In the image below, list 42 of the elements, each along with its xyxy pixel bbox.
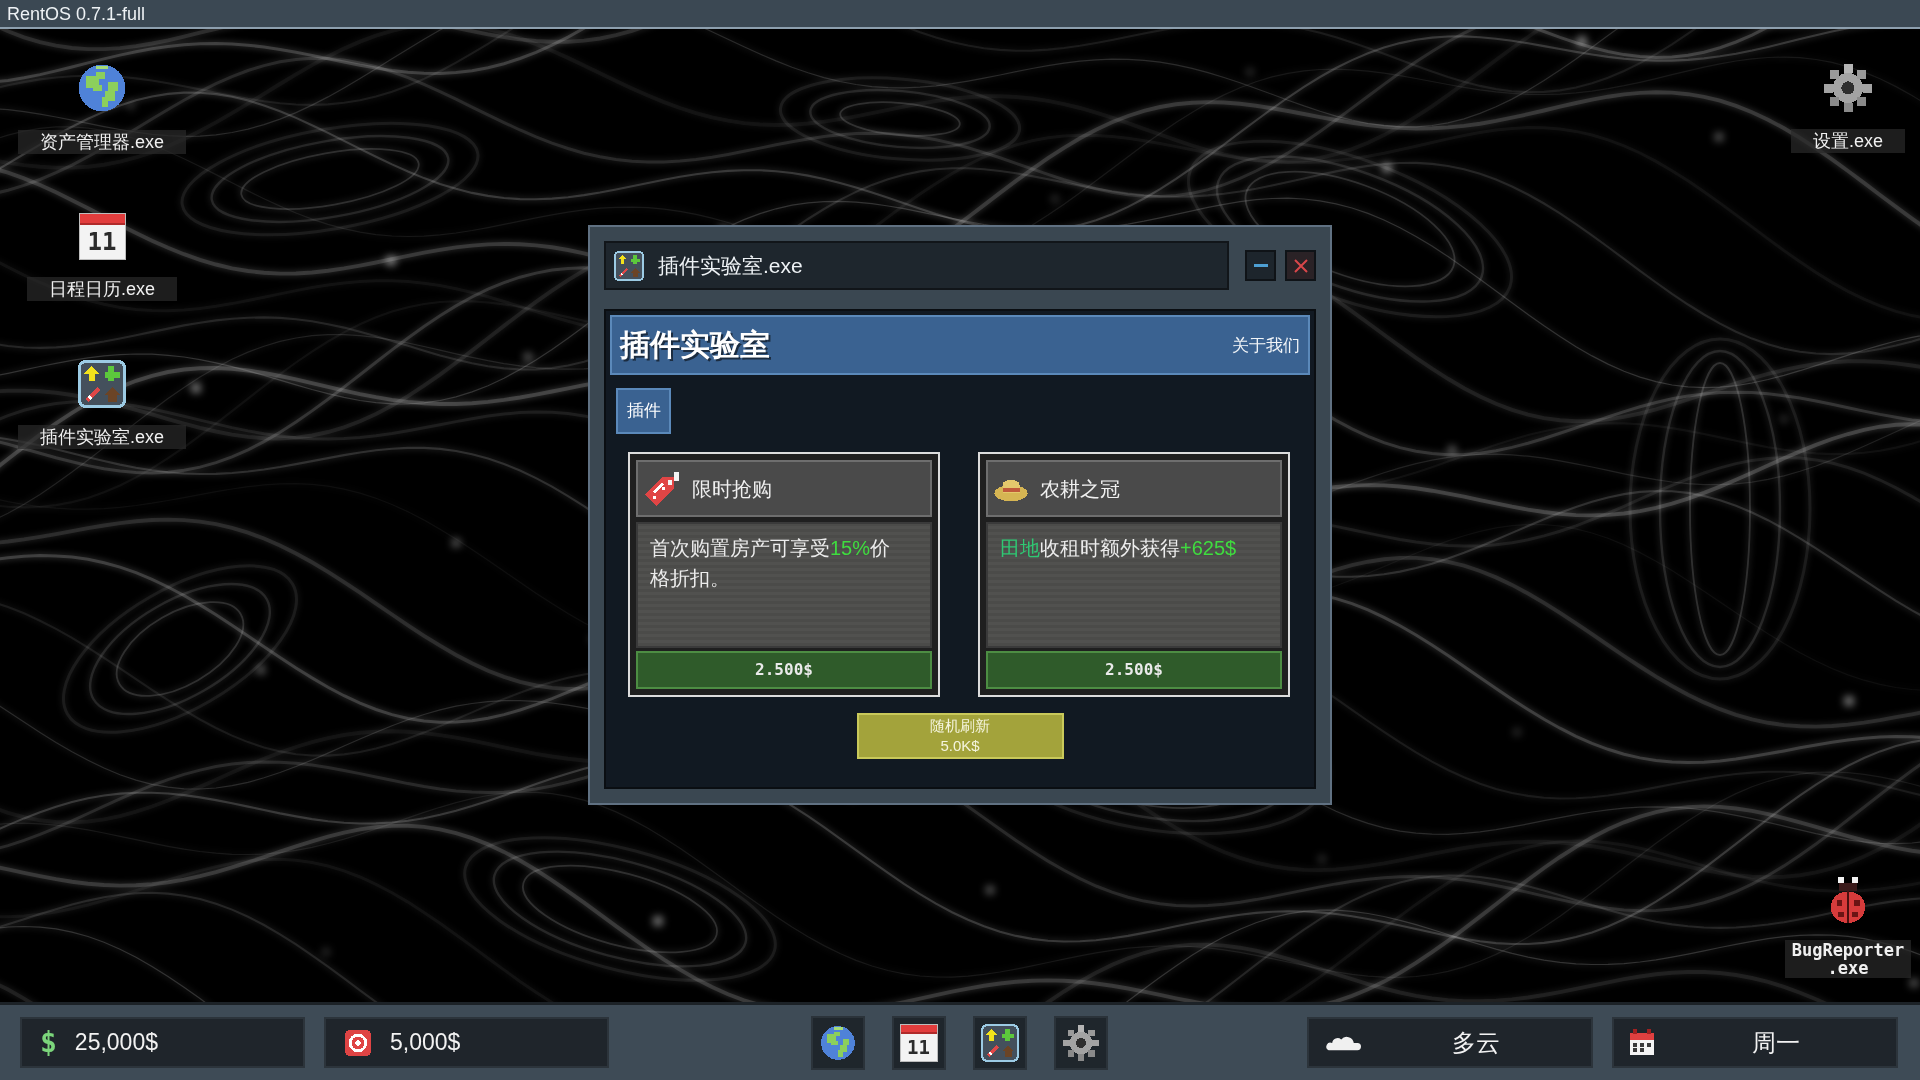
plugin-grid-icon — [980, 1023, 1019, 1062]
calendar-icon[interactable]: 11 — [78, 213, 126, 260]
plugin-description: 田地收租时额外获得+625$ — [1000, 536, 1238, 561]
desktop-icon-label[interactable]: 设置.exe — [1791, 129, 1905, 153]
taskbar-app-button[interactable] — [1053, 1015, 1108, 1070]
app-title: 插件实验室 — [620, 330, 770, 360]
counter-amount: 5,000$ — [390, 1031, 461, 1054]
os-title: RentOS 0.7.1-full — [7, 4, 146, 23]
close-button[interactable] — [1285, 250, 1316, 281]
close-icon — [1293, 258, 1308, 273]
globe-icon — [819, 1024, 856, 1061]
minimize-icon — [1253, 264, 1268, 267]
desktop-icon-label[interactable]: 资产管理器.exe — [18, 130, 186, 154]
tab[interactable]: 插件 — [616, 388, 671, 434]
settings-icon[interactable] — [1824, 64, 1872, 112]
plugin-grid-icon[interactable] — [78, 360, 126, 408]
calendar-icon — [1628, 1028, 1656, 1057]
calendar-icon: 11 — [899, 1023, 938, 1062]
taskbar-app-button[interactable] — [972, 1015, 1027, 1070]
desktop-icon-label[interactable]: BugReporter.exe — [1784, 940, 1912, 978]
dollar-sign: $ — [40, 1028, 57, 1057]
desktop-icon-label[interactable]: 插件实验室.exe — [18, 425, 186, 449]
globe-icon[interactable] — [77, 63, 127, 113]
price-button[interactable]: 2.500$ — [636, 651, 932, 689]
taskbar-app-button[interactable] — [810, 1015, 865, 1070]
about-link[interactable]: 关于我们 — [1232, 336, 1300, 354]
settings-icon — [1062, 1024, 1099, 1061]
plugin-description: 首次购置房产可享受15%价格折扣。 — [650, 536, 892, 591]
weekday-text: 周一 — [1751, 1027, 1801, 1058]
weather-text: 多云 — [1451, 1027, 1501, 1058]
ladybug-icon[interactable] — [1830, 877, 1866, 923]
desktop-icon-label[interactable]: 日程日历.exe — [27, 277, 177, 301]
plugin-name: 限时抢购 — [692, 478, 772, 499]
minimize-button[interactable] — [1245, 250, 1276, 281]
counter-amount: 25,000$ — [74, 1031, 158, 1054]
window-title: 插件实验室.exe — [658, 255, 803, 276]
plugin-name: 农耕之冠 — [1040, 478, 1120, 499]
taskbar-app-button[interactable]: 11 — [891, 1015, 946, 1070]
target-icon — [344, 1028, 372, 1057]
price-button[interactable]: 2.500$ — [986, 651, 1282, 689]
plugin-grid-icon — [614, 250, 644, 281]
price-tag-icon — [644, 470, 680, 507]
